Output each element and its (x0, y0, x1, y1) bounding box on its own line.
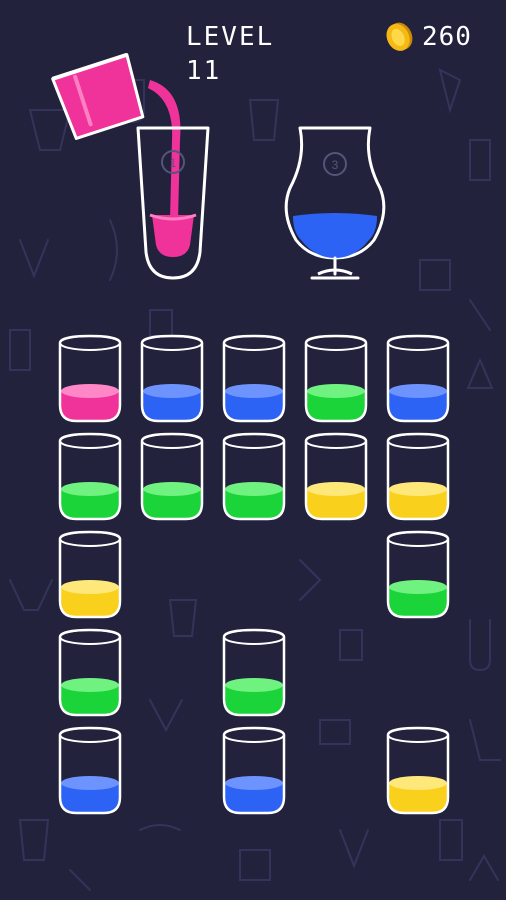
cup-blue-r5c3[interactable] (219, 725, 289, 817)
cup-blue-r1c2[interactable] (137, 333, 207, 425)
cup-blue-r1c3[interactable] (219, 333, 289, 425)
cup-yellow-r3c1[interactable] (55, 529, 125, 621)
order-badge-goblet: 3 (332, 158, 339, 172)
cup-green-r2c3[interactable] (219, 431, 289, 523)
cup-yellow-r2c4[interactable] (301, 431, 371, 523)
cup-pink-r1c1[interactable] (55, 333, 125, 425)
pouring-cup (51, 52, 145, 140)
cup-blue-r1c5[interactable] (383, 333, 453, 425)
cup-yellow-r5c5[interactable] (383, 725, 453, 817)
cup-blue-r5c1[interactable] (55, 725, 125, 817)
cup-green-r2c2[interactable] (137, 431, 207, 523)
pour-stream (148, 80, 181, 220)
order-badge-pint: 1 (170, 156, 177, 170)
cup-green-r1c4[interactable] (301, 333, 371, 425)
order-glass-goblet: 3 (284, 126, 386, 280)
cup-green-r3c5[interactable] (383, 529, 453, 621)
cup-green-r4c1[interactable] (55, 627, 125, 719)
cup-green-r2c1[interactable] (55, 431, 125, 523)
cup-yellow-r2c5[interactable] (383, 431, 453, 523)
cup-green-r4c3[interactable] (219, 627, 289, 719)
order-scene: 1 3 (51, 52, 386, 280)
